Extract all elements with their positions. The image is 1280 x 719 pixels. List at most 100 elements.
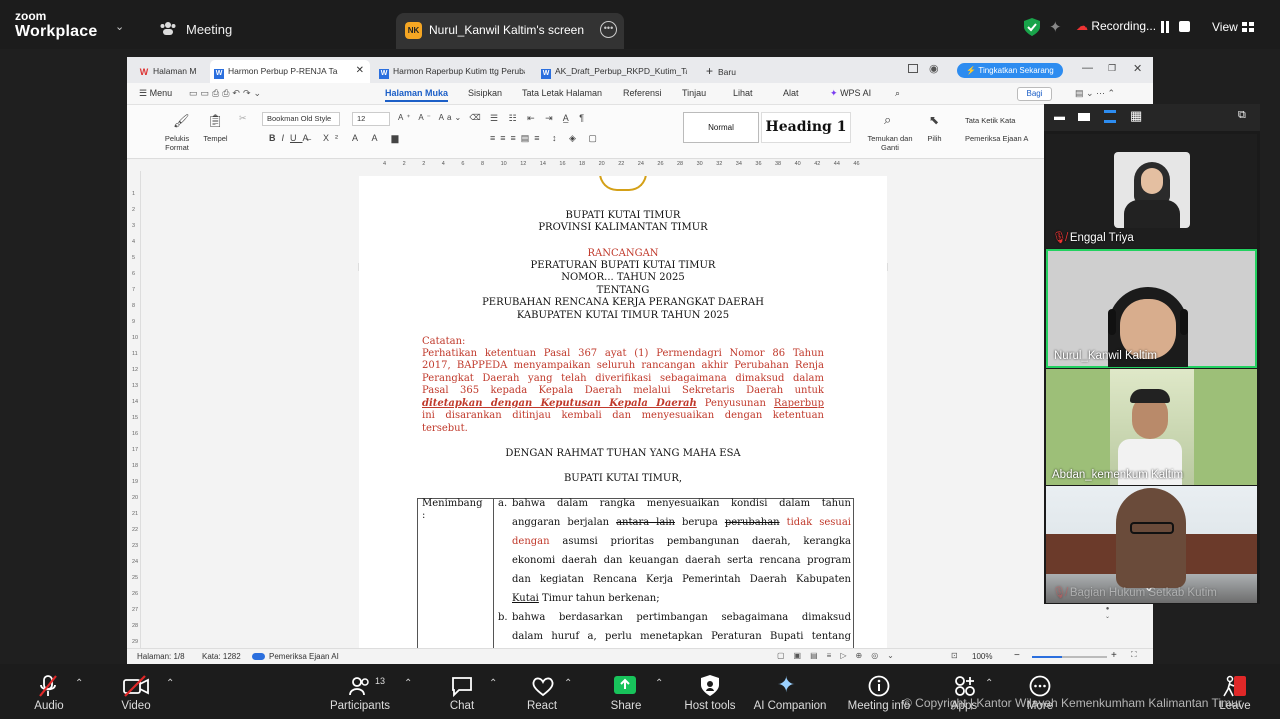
grid-view-icon[interactable] (1242, 22, 1254, 32)
ai-companion-label[interactable]: AI Companion (750, 700, 830, 712)
select-cursor-icon[interactable]: ⬉ (929, 113, 939, 127)
paste-icon[interactable]: 📋︎ (207, 113, 224, 129)
apps-icon[interactable] (953, 674, 975, 698)
participants-icon[interactable] (349, 674, 371, 698)
quick-access-icons[interactable]: ▭▭⎙⎙↶↷⌄ (189, 88, 264, 99)
minimize-icon[interactable]: ▬ (1054, 111, 1065, 123)
avatar[interactable]: ◉ (929, 62, 939, 75)
apps-chevron[interactable]: ⌃ (985, 678, 993, 689)
audio-options-chevron[interactable]: ⌃ (75, 678, 83, 689)
tab-new[interactable]: + Baru (702, 60, 752, 83)
tab-document[interactable]: W Harmon Raperbup Kutim ttg Perubah (375, 60, 525, 83)
more-options-icon[interactable]: ••• (600, 21, 617, 38)
react-heart-icon[interactable] (531, 674, 555, 698)
zoom-slider[interactable] (1032, 656, 1107, 658)
tab-wps-ai[interactable]: ✦ WPS AI (830, 88, 871, 99)
share-label[interactable]: Share (606, 700, 646, 712)
fullscreen-icon[interactable]: ⛶ (1131, 650, 1137, 660)
tab-lihat[interactable]: Lihat (733, 88, 753, 98)
text-direction-label[interactable]: Tata Ketik Kata (965, 116, 1045, 125)
video-label[interactable]: Video (115, 700, 157, 712)
font-size-select[interactable]: 12 (352, 112, 390, 126)
video-off-icon[interactable] (123, 674, 149, 698)
tab-document[interactable]: W AK_Draft_Perbup_RKPD_Kutim_Tahun (537, 60, 687, 83)
tab-referensi[interactable]: Referensi (623, 88, 662, 98)
paste-label[interactable]: Tempel (198, 134, 233, 143)
chat-label[interactable]: Chat (442, 700, 482, 712)
host-tools-shield-icon[interactable] (699, 674, 721, 698)
react-label[interactable]: React (522, 700, 562, 712)
participants-chevron[interactable]: ⌃ (404, 678, 412, 689)
recording-status[interactable]: ☁ Recording... (1076, 19, 1156, 33)
spellcheck-label[interactable]: Pemeriksa Ejaan A (965, 134, 1045, 143)
tab-tinjau[interactable]: Tinjau (682, 88, 706, 98)
stop-recording-icon[interactable] (1179, 21, 1190, 32)
audio-label[interactable]: Audio (28, 700, 70, 712)
format-painter-icon[interactable]: 🖌︎ (173, 113, 190, 129)
spellcheck-status[interactable]: Pemeriksa Ejaan AI (269, 652, 339, 661)
find-icon[interactable]: ⌕ (884, 112, 891, 128)
tab-sisipkan[interactable]: Sisipkan (468, 88, 502, 98)
participant-tile-active[interactable]: Nurul_Kanwil Kaltim (1046, 249, 1257, 368)
ai-sparkle-icon[interactable]: ✦ (1049, 18, 1062, 36)
participant-tile[interactable]: Abdan_kemenkum Kaltim (1046, 369, 1257, 485)
view-button[interactable]: View (1212, 20, 1238, 34)
view-mode-icons[interactable]: ▢▣▤≡▷⊕◎⌄ (777, 651, 903, 660)
restore-icon[interactable] (908, 64, 918, 73)
minimize-icon[interactable]: — (1082, 62, 1093, 74)
participant-tile[interactable]: ⌄ 🎙︎̸ Bagian Hukum Setkab Kutim (1046, 486, 1257, 603)
document-page[interactable]: BUPATI KUTAI TIMUR PROVINSI KALIMANTAN T… (359, 176, 887, 648)
fit-icon[interactable]: ⊡ (951, 651, 958, 660)
zoom-level[interactable]: 100% (972, 652, 992, 661)
host-tools-label[interactable]: Host tools (680, 700, 740, 712)
share-chevron[interactable]: ⌃ (655, 678, 663, 689)
info-icon[interactable] (868, 674, 890, 698)
search-icon[interactable]: ⌕ (895, 88, 900, 99)
style-normal[interactable]: Normal (683, 112, 759, 143)
tab-home[interactable]: W Halaman M (135, 60, 205, 83)
zoom-out-icon[interactable]: − (1014, 650, 1020, 661)
find-replace-label[interactable]: Temukan dan Ganti (865, 134, 915, 152)
zoom-in-icon[interactable]: + (1111, 650, 1117, 661)
comment-icon[interactable]: ▤ ⌄ ⋯ ⌃ (1075, 88, 1115, 99)
tab-alat[interactable]: Alat (783, 88, 799, 98)
pop-out-icon[interactable]: ⧉ (1238, 109, 1246, 122)
format-painter-label[interactable]: Pelukis Format (161, 134, 193, 152)
list-format-icons[interactable]: ☰ ☷ ⇤ ⇥ A̲ ¶ (490, 113, 588, 124)
tab-tata-letak[interactable]: Tata Letak Halaman (522, 88, 602, 98)
menu-button[interactable]: ☰ Menu (139, 88, 172, 99)
meeting-label[interactable]: Meeting (186, 22, 232, 37)
font-grow-shrink-icons[interactable]: A⁺ A⁻ Aa⌄ ⌫ (398, 113, 484, 122)
pause-recording-icon[interactable] (1159, 21, 1171, 33)
close-window-icon[interactable]: ✕ (1133, 62, 1142, 75)
spellcheck-toggle[interactable] (252, 653, 265, 660)
style-heading-1[interactable]: Heading 1 (761, 112, 851, 143)
tab-document-active[interactable]: W Harmon Perbup P-RENJA Ta ✕ (210, 60, 370, 83)
chat-chevron[interactable]: ⌃ (489, 678, 497, 689)
ai-companion-icon[interactable]: ✦ (777, 674, 801, 698)
select-label[interactable]: Pilih (922, 134, 947, 143)
chevron-down-icon[interactable]: ⌄ (115, 20, 124, 33)
upgrade-button[interactable]: ⚡ Tingkatkan Sekarang (957, 63, 1063, 78)
share-screen-icon[interactable] (613, 674, 637, 698)
text-format-icons[interactable]: BIUA̶ X² A A ▆ (269, 133, 404, 144)
cut-icon[interactable]: ✂ (239, 113, 247, 124)
leave-icon[interactable] (1222, 674, 1248, 698)
chat-icon[interactable] (451, 674, 473, 698)
share-doc-button[interactable]: Bagi (1017, 87, 1052, 101)
maximize-icon[interactable]: ❐ (1108, 63, 1116, 74)
participant-tile[interactable]: 🎙︎̸ Enggal Triya (1046, 134, 1257, 248)
mic-muted-icon[interactable] (38, 674, 58, 698)
encryption-shield-icon[interactable] (1024, 18, 1040, 36)
strip-view-icon[interactable] (1104, 110, 1116, 123)
grid-icon[interactable]: ▦ (1130, 108, 1142, 124)
speaker-view-icon[interactable] (1078, 113, 1090, 121)
react-chevron[interactable]: ⌃ (564, 678, 572, 689)
video-options-chevron[interactable]: ⌃ (166, 678, 174, 689)
alignment-icons[interactable]: ≡≡≡▤≡ ↕ ◈ ▢ (490, 133, 602, 144)
participants-label[interactable]: Participants (326, 700, 394, 712)
font-family-select[interactable]: Bookman Old Style (262, 112, 340, 126)
more-icon[interactable] (1029, 674, 1051, 698)
tab-halaman-muka[interactable]: Halaman Muka (385, 88, 449, 102)
close-icon[interactable]: ✕ (356, 60, 364, 82)
